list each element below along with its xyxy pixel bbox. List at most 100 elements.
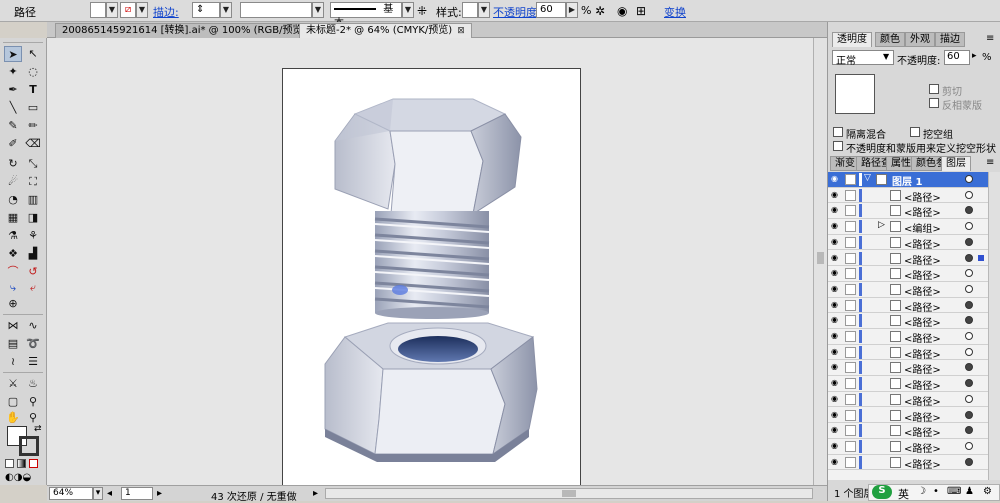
lock-toggle[interactable] <box>845 205 856 217</box>
eye-icon[interactable]: ◉ <box>831 426 841 434</box>
lock-toggle[interactable] <box>845 174 856 185</box>
graph-tool-icon[interactable]: ▟ <box>24 246 42 262</box>
scroll-thumb[interactable] <box>562 490 576 497</box>
layer-name[interactable]: 图层 1 <box>892 173 922 188</box>
swap-colors-icon[interactable]: ⇄ <box>34 424 42 434</box>
chevron-down-icon[interactable]: ▽ <box>864 173 871 183</box>
isolate-icon[interactable]: ◉ <box>617 4 627 18</box>
item-name[interactable]: <路径> <box>904 377 941 392</box>
zoom-field[interactable]: 64% <box>49 487 93 500</box>
lock-toggle[interactable] <box>845 346 856 358</box>
gradient-mode-icon[interactable] <box>17 459 26 468</box>
eye-icon[interactable]: ◉ <box>831 347 841 356</box>
next-artboard-icon[interactable]: ▸ <box>157 488 162 499</box>
horizontal-scrollbar[interactable] <box>325 488 813 499</box>
chevron-right-icon[interactable]: ▷ <box>878 220 885 230</box>
item-name[interactable]: <路径> <box>904 346 941 361</box>
layer-item-row[interactable]: ◉ <路径> <box>828 251 1000 267</box>
paintbrush-tool-icon[interactable]: ✎ <box>4 118 22 134</box>
item-name[interactable]: <路径> <box>904 330 941 345</box>
type-tool-icon[interactable]: T <box>24 82 42 98</box>
lock-toggle[interactable] <box>845 331 856 342</box>
layer-item-row[interactable]: ◉ <路径> <box>828 360 1000 376</box>
brush-definition[interactable]: 基本 <box>330 2 402 29</box>
selection-square[interactable] <box>978 254 984 261</box>
tab-appearance[interactable]: 外观 <box>905 32 935 47</box>
rotate-tool-icon[interactable]: ↻ <box>4 156 22 172</box>
fill-swatch[interactable] <box>90 2 106 18</box>
item-name[interactable]: <路径> <box>904 283 941 298</box>
knife-tool-icon[interactable]: ⚔ <box>4 376 22 392</box>
isolate-blending-checkbox[interactable] <box>833 127 843 137</box>
lock-toggle[interactable] <box>845 362 856 374</box>
item-name[interactable]: <路径> <box>904 456 941 471</box>
zigzag-tool-icon[interactable]: ≀ <box>4 354 22 370</box>
lock-toggle[interactable] <box>845 393 856 405</box>
symbol-sprayer-tool-icon[interactable]: ❖ <box>4 246 22 262</box>
perspective-grid-tool-icon[interactable]: ▥ <box>24 192 42 208</box>
variable-width-dropdown[interactable]: ▼ <box>312 2 324 18</box>
tab-document-2[interactable]: 未标题-2* @ 64% (CMYK/预览) ⊠ <box>299 23 472 38</box>
item-name[interactable]: <路径> <box>904 189 941 204</box>
eye-icon[interactable]: ◉ <box>831 394 841 403</box>
lock-toggle[interactable] <box>845 252 856 264</box>
target-icon[interactable] <box>965 175 973 183</box>
target-icon[interactable] <box>965 206 973 215</box>
eye-icon[interactable]: ◉ <box>831 457 841 466</box>
invert-mask-checkbox[interactable] <box>929 98 939 108</box>
status-menu-icon[interactable]: ▸ <box>313 488 318 499</box>
eye-icon[interactable]: ◉ <box>831 175 841 183</box>
slice-tool-icon[interactable]: ⋈ <box>4 318 22 334</box>
target-icon[interactable] <box>965 379 973 388</box>
pen-tool-icon[interactable]: ✒ <box>4 82 22 98</box>
target-icon[interactable] <box>965 316 973 325</box>
shape-builder-tool-icon[interactable]: ◔ <box>4 192 22 208</box>
layer-item-row[interactable]: ◉ <路径> <box>828 313 1000 329</box>
width-tool-icon[interactable]: ⌒ <box>4 264 22 280</box>
vertical-scrollbar[interactable] <box>813 38 827 485</box>
mesh-tool-icon[interactable]: ▦ <box>4 210 22 226</box>
tab-stroke[interactable]: 描边 <box>935 32 965 47</box>
bolt-and-nut-illustration[interactable] <box>283 69 582 485</box>
canvas-area[interactable] <box>47 38 813 485</box>
eyedropper-tool-icon[interactable]: ⚗ <box>4 228 22 244</box>
target-icon[interactable] <box>965 222 973 231</box>
warp-tool-icon[interactable]: ☄ <box>4 174 22 190</box>
brush-dropdown[interactable]: ▼ <box>402 2 414 18</box>
layer-item-row[interactable]: ◉ <路径> <box>828 188 1000 204</box>
stroke-color-swatch[interactable] <box>19 436 39 456</box>
item-name[interactable]: <路径> <box>904 236 941 251</box>
recolor-icon[interactable]: ✲ <box>595 4 605 18</box>
draw-modes-icon[interactable]: ◐◑◒ <box>5 472 31 483</box>
hand-tool-icon[interactable]: ✋ <box>4 410 22 426</box>
artboard-tool-icon[interactable]: ⊕ <box>4 296 22 312</box>
none-mode-icon[interactable] <box>29 459 38 468</box>
opacity-stepper[interactable]: ▶ <box>566 2 578 18</box>
layer-item-row[interactable]: ◉ <路径> <box>828 376 1000 392</box>
item-name[interactable]: <路径> <box>904 424 941 439</box>
item-name[interactable]: <路径> <box>904 299 941 314</box>
layer-item-row[interactable]: ◉ <路径> <box>828 282 1000 298</box>
stroke-swatch-dropdown[interactable]: ▼ <box>136 2 148 18</box>
blend-tool-icon[interactable]: ⚘ <box>24 228 42 244</box>
lock-toggle[interactable] <box>845 440 856 452</box>
lock-toggle[interactable] <box>845 283 856 295</box>
lock-toggle[interactable] <box>845 315 856 327</box>
eye-icon[interactable]: ◉ <box>831 269 841 277</box>
item-name[interactable]: <路径> <box>904 440 941 455</box>
scroll-thumb[interactable] <box>817 252 824 264</box>
line-tool-icon[interactable]: ╲ <box>4 100 22 116</box>
eye-icon[interactable]: ◉ <box>831 410 841 419</box>
blend-mode-select[interactable]: 正常 ▼ <box>832 50 894 67</box>
punctuation-icon[interactable]: • <box>933 486 939 497</box>
sogou-logo-icon[interactable]: S <box>872 485 892 499</box>
tab-color[interactable]: 颜色 <box>875 32 905 47</box>
pipette-tool-icon[interactable]: ⚲ <box>24 394 42 410</box>
transform-link[interactable]: 变换 <box>664 4 686 20</box>
eraser-tool-icon[interactable]: ⌫ <box>24 136 42 152</box>
lock-toggle[interactable] <box>845 221 856 233</box>
eye-icon[interactable]: ◉ <box>831 253 841 262</box>
layer-item-row[interactable]: ◉ <路径> <box>828 455 1000 471</box>
target-icon[interactable] <box>965 332 973 340</box>
target-icon[interactable] <box>965 347 973 356</box>
